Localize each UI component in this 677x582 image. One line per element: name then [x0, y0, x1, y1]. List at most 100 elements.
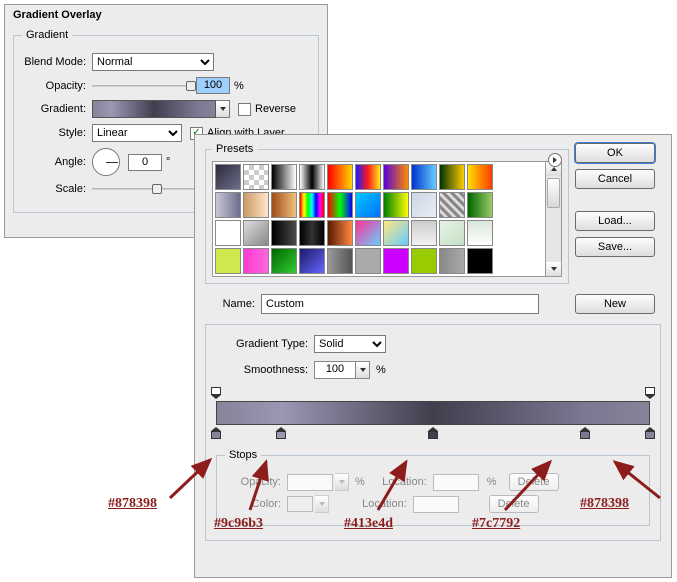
preset-swatch[interactable]: [467, 164, 493, 190]
preset-swatch[interactable]: [411, 192, 437, 218]
preset-swatch[interactable]: [439, 220, 465, 246]
gradient-bar-editor[interactable]: [216, 387, 650, 443]
blend-mode-label: Blend Mode:: [22, 56, 92, 68]
angle-dial[interactable]: [92, 148, 120, 176]
preset-swatch[interactable]: [355, 164, 381, 190]
presets-legend: Presets: [212, 143, 257, 155]
preset-swatch[interactable]: [355, 248, 381, 274]
preset-scrollbar[interactable]: [546, 161, 562, 277]
preset-swatch[interactable]: [327, 164, 353, 190]
save-button[interactable]: Save...: [575, 237, 655, 257]
preset-swatch[interactable]: [411, 220, 437, 246]
preset-swatch[interactable]: [215, 248, 241, 274]
annotation-text-2: #9c96b3: [214, 516, 263, 532]
preset-swatch[interactable]: [383, 220, 409, 246]
angle-label: Angle:: [22, 156, 92, 168]
preset-swatch[interactable]: [411, 248, 437, 274]
style-select[interactable]: Linear: [92, 124, 182, 142]
stop-opacity-spinner[interactable]: [335, 473, 349, 491]
annotation-text-5: #878398: [580, 496, 629, 512]
gradient-dropdown-button[interactable]: [216, 100, 230, 118]
gradient-bar[interactable]: [216, 401, 650, 425]
stop-opacity-input[interactable]: [287, 474, 333, 491]
stop-color-location-input[interactable]: [413, 496, 459, 513]
preset-swatch[interactable]: [271, 220, 297, 246]
color-stop[interactable]: [428, 427, 438, 441]
preset-swatch[interactable]: [355, 192, 381, 218]
presets-fieldset: Presets: [205, 143, 569, 284]
color-stop[interactable]: [645, 427, 655, 441]
preset-swatch[interactable]: [243, 192, 269, 218]
preset-swatch[interactable]: [271, 164, 297, 190]
scroll-down-button[interactable]: [546, 262, 561, 276]
color-stop[interactable]: [276, 427, 286, 441]
annotation-text-4: #7c7792: [472, 516, 520, 532]
scroll-thumb[interactable]: [547, 178, 560, 208]
stop-color-location-label: Location:: [351, 498, 411, 510]
preset-swatch[interactable]: [299, 248, 325, 274]
smoothness-unit: %: [376, 364, 386, 376]
preset-swatch[interactable]: [243, 164, 269, 190]
cancel-button[interactable]: Cancel: [575, 169, 655, 189]
preset-swatch[interactable]: [327, 248, 353, 274]
preset-swatch[interactable]: [355, 220, 381, 246]
preset-swatch[interactable]: [383, 248, 409, 274]
preset-swatch[interactable]: [467, 192, 493, 218]
preset-swatch[interactable]: [243, 248, 269, 274]
scale-slider[interactable]: [92, 182, 196, 196]
opacity-stop[interactable]: [645, 387, 655, 399]
gradient-swatch[interactable]: [92, 100, 216, 118]
stop-color-spinner[interactable]: [315, 495, 329, 513]
preset-swatch[interactable]: [327, 220, 353, 246]
pct-label: %: [355, 476, 365, 488]
preset-swatch[interactable]: [439, 192, 465, 218]
ok-button[interactable]: OK: [575, 143, 655, 163]
chevron-down-icon: [319, 502, 325, 506]
preset-grid[interactable]: [212, 161, 546, 277]
angle-input[interactable]: 0: [128, 154, 162, 171]
preset-swatch[interactable]: [299, 192, 325, 218]
style-label: Style:: [22, 127, 92, 139]
presets-menu-button[interactable]: [548, 153, 562, 167]
pct-label-2: %: [487, 476, 497, 488]
preset-swatch[interactable]: [271, 192, 297, 218]
smoothness-label: Smoothness:: [216, 364, 314, 376]
smoothness-input[interactable]: 100: [314, 361, 356, 379]
color-stop[interactable]: [211, 427, 221, 441]
gradient-legend: Gradient: [22, 29, 72, 41]
opacity-stop[interactable]: [211, 387, 221, 399]
reverse-label: Reverse: [255, 103, 296, 115]
stop-location-label: Location:: [371, 476, 431, 488]
preset-swatch[interactable]: [271, 248, 297, 274]
blend-mode-select[interactable]: Normal: [92, 53, 214, 71]
new-button[interactable]: New: [575, 294, 655, 314]
preset-swatch[interactable]: [467, 220, 493, 246]
preset-swatch[interactable]: [327, 192, 353, 218]
opacity-slider[interactable]: [92, 79, 196, 93]
preset-swatch[interactable]: [299, 220, 325, 246]
opacity-input[interactable]: 100: [196, 77, 230, 94]
load-button[interactable]: Load...: [575, 211, 655, 231]
gradient-label: Gradient:: [22, 103, 92, 115]
preset-swatch[interactable]: [299, 164, 325, 190]
preset-swatch[interactable]: [439, 248, 465, 274]
preset-swatch[interactable]: [467, 248, 493, 274]
preset-swatch[interactable]: [215, 192, 241, 218]
preset-swatch[interactable]: [215, 164, 241, 190]
stop-color-delete-button[interactable]: Delete: [489, 495, 539, 513]
preset-swatch[interactable]: [243, 220, 269, 246]
stop-color-swatch[interactable]: [287, 496, 313, 512]
preset-swatch[interactable]: [215, 220, 241, 246]
stop-location-input[interactable]: [433, 474, 479, 491]
preset-swatch[interactable]: [383, 192, 409, 218]
preset-swatch[interactable]: [411, 164, 437, 190]
name-input[interactable]: [261, 294, 539, 314]
stop-opacity-delete-button[interactable]: Delete: [509, 473, 559, 491]
smoothness-spinner[interactable]: [356, 361, 370, 379]
scale-label: Scale:: [22, 183, 92, 195]
gradient-type-select[interactable]: Solid: [314, 335, 386, 353]
preset-swatch[interactable]: [439, 164, 465, 190]
preset-swatch[interactable]: [383, 164, 409, 190]
color-stop[interactable]: [580, 427, 590, 441]
reverse-checkbox[interactable]: [238, 103, 251, 116]
